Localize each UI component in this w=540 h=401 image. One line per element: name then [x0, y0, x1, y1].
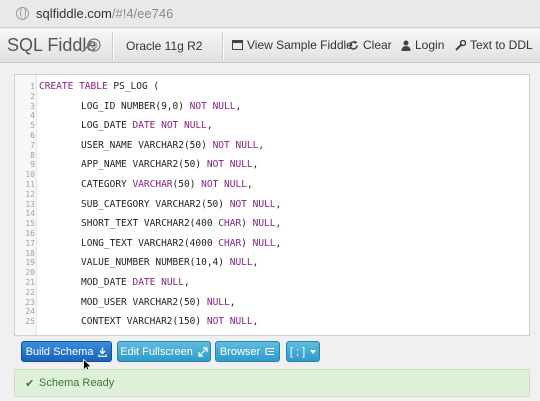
statement-terminator-dropdown[interactable]: [ ; ] [286, 341, 320, 362]
fullscreen-icon [198, 346, 208, 357]
login-button[interactable]: Login [401, 38, 444, 52]
line-number: 16 [25, 229, 35, 238]
url-host: sqlfiddle.com [36, 6, 112, 21]
build-schema-button[interactable]: Build Schema [21, 341, 112, 362]
line-number: 3 [30, 101, 35, 111]
tree-icon [265, 347, 275, 355]
line-number: 5 [30, 121, 35, 131]
text-to-ddl-button[interactable]: Text to DDL [455, 38, 533, 52]
line-number: 15 [25, 219, 35, 229]
status-alert: ✔ Schema Ready [14, 369, 530, 397]
address-bar[interactable]: sqlfiddle.com/#!4/ee746 [0, 0, 540, 28]
login-label: Login [415, 38, 445, 52]
code-line: SUB_CATEGORY VARCHAR2(50) NOT NULL, [81, 198, 282, 210]
text-to-ddl-label: Text to DDL [470, 38, 533, 52]
line-number: 18 [25, 248, 35, 258]
code-line: USER_NAME VARCHAR2(50) NOT NULL, [81, 139, 265, 151]
line-number: 6 [30, 131, 35, 140]
user-icon [401, 40, 411, 51]
edit-fullscreen-button[interactable]: Edit Fullscreen [117, 341, 211, 362]
clear-button[interactable]: Clear [348, 38, 392, 52]
code-line: LOG_ID NUMBER(9,0) NOT NULL, [81, 100, 242, 112]
line-number: 10 [25, 170, 35, 180]
line-number: 24 [25, 307, 35, 317]
schema-editor[interactable]: 1 2 3 4 5 6 7 8 9 10 11 12 13 14 15 16 17 18 19 20 21 22 23 24 2… [15, 75, 529, 335]
line-number: 19 [25, 258, 35, 268]
header-divider [222, 32, 223, 60]
line-number: 8 [30, 150, 35, 160]
line-number: 25 [25, 317, 35, 327]
line-number: 20 [25, 268, 35, 278]
code-line: VALUE_NUMBER NUMBER(10,4) NULL, [81, 257, 259, 269]
app-header: SQL Fiddle Oracle 11g R2 View Sample Fid… [0, 29, 540, 63]
code-line: LOG_DATE DATE NOT NULL, [81, 120, 213, 132]
code-line: APP_NAME VARCHAR2(50) NOT NULL, [81, 159, 259, 171]
code-line: CREATE TABLE PS_LOG ( [39, 81, 160, 92]
line-number: 17 [25, 238, 35, 248]
url-field[interactable]: sqlfiddle.com/#!4/ee746 [36, 6, 173, 21]
line-number: 2 [30, 91, 35, 101]
window-icon [232, 40, 243, 50]
code-line: CATEGORY VARCHAR(50) NOT NULL, [81, 179, 253, 190]
globe-icon [16, 7, 29, 20]
check-icon: ✔ [25, 378, 35, 390]
browser-button[interactable]: Browser [215, 341, 280, 362]
line-number: 7 [30, 140, 35, 150]
url-path: /#!4/ee746 [111, 6, 174, 21]
line-number: 13 [25, 199, 35, 209]
edit-fullscreen-label: Edit Fullscreen [120, 345, 193, 358]
caret-down-icon [310, 349, 317, 354]
browser-label: Browser [219, 345, 261, 358]
header-divider [112, 32, 113, 60]
line-number: 22 [25, 287, 35, 297]
refresh-icon [349, 40, 358, 50]
download-icon [98, 347, 108, 357]
line-number: 21 [25, 278, 35, 287]
view-sample-label: View Sample Fiddle [247, 38, 353, 52]
schema-panel: 1 2 3 4 5 6 7 8 9 10 11 12 13 14 15 16 17 18 19 20 21 22 23 24 2… [14, 74, 530, 336]
line-number: 4 [30, 111, 35, 121]
line-number: 9 [30, 160, 35, 170]
view-sample-fiddle-button[interactable]: View Sample Fiddle [232, 38, 353, 52]
db-version-selector[interactable]: Oracle 11g R2 [126, 39, 202, 53]
line-number: 23 [25, 297, 35, 307]
code-line: MOD_DATE DATE NULL, [81, 277, 190, 288]
violin-icon [81, 38, 101, 53]
code-line: LONG_TEXT VARCHAR2(4000 CHAR) NULL, [81, 237, 282, 249]
code-line: MOD_USER VARCHAR2(50) NULL, [81, 296, 236, 308]
line-number: 11 [25, 180, 35, 189]
line-number: 1 [30, 82, 35, 91]
code-line: SHORT_TEXT VARCHAR2(400 CHAR) NULL, [81, 218, 282, 230]
status-message: Schema Ready [39, 377, 115, 389]
terminator-label: [ ; ] [289, 345, 306, 358]
line-number: 14 [25, 209, 35, 219]
line-number: 12 [25, 189, 35, 199]
build-schema-label: Build Schema [25, 345, 94, 358]
wrench-icon [455, 39, 466, 51]
clear-label: Clear [363, 38, 392, 52]
code-line: CONTEXT VARCHAR2(150) NOT NULL, [81, 316, 259, 328]
